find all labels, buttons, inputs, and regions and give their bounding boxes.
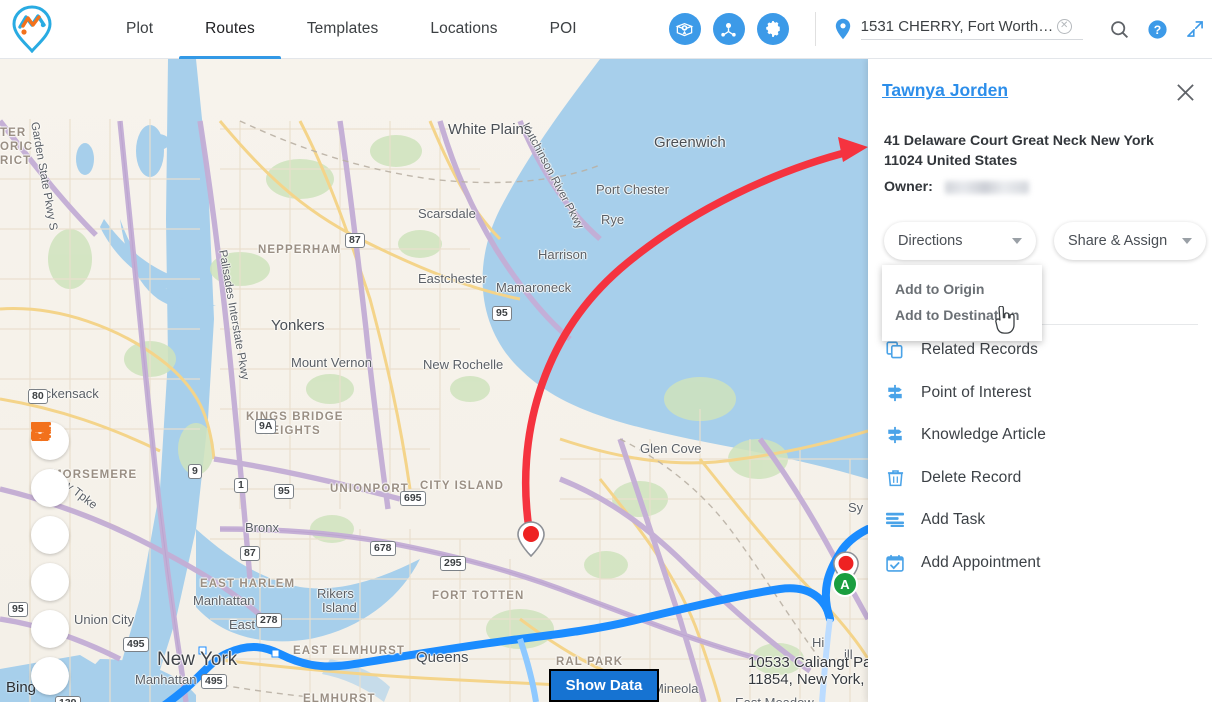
map-pin-m-logo-icon: [12, 5, 52, 53]
owner-label: Owner:: [884, 179, 933, 195]
refresh-sync-button[interactable]: [31, 422, 69, 695]
record-title-link[interactable]: Tawnya Jorden: [882, 80, 1008, 101]
expand-fullscreen-icon[interactable]: [1185, 19, 1205, 39]
task-lines-icon: [885, 512, 905, 528]
menu-label: Related Records: [921, 341, 1038, 359]
header-action-circles: [668, 13, 789, 45]
signpost-icon: [885, 426, 905, 444]
app-root: Plot Routes Templates Locations POI 1531…: [0, 0, 1212, 702]
dropdown-item-add-to-destination[interactable]: Add to Destination: [882, 302, 1042, 328]
record-action-menu: Related Records Point of Interest Knowle…: [882, 329, 1198, 584]
search-input[interactable]: [860, 18, 1057, 35]
record-address: 41 Delaware Court Great Neck New York 11…: [884, 133, 1154, 169]
clear-circle-x-icon[interactable]: ✕: [1056, 19, 1072, 34]
map-tool-rail: 1 2 3: [31, 422, 69, 702]
menu-item-knowledge-article[interactable]: Knowledge Article: [882, 414, 1198, 457]
map-canvas[interactable]: Garden State Pkwy S Palisades Interstate…: [0, 59, 868, 702]
close-x-icon: [1176, 83, 1194, 101]
map-pin-layers-button[interactable]: [668, 13, 701, 45]
search-icon[interactable]: [1109, 19, 1130, 40]
nav-item-templates[interactable]: Templates: [281, 0, 405, 59]
settings-gear-button[interactable]: [756, 13, 789, 45]
chevron-down-icon: [1012, 238, 1022, 244]
nav-item-poi[interactable]: POI: [524, 0, 603, 59]
nav-label: POI: [549, 20, 577, 37]
owner-value-redacted: [944, 180, 1029, 194]
svg-text:A: A: [840, 577, 850, 592]
map-pin-layers-icon: [675, 22, 694, 36]
copy-records-icon: [885, 341, 905, 359]
share-assign-dropdown-button[interactable]: Share & Assign: [1054, 222, 1206, 260]
record-action-buttons: Directions Share & Assign: [884, 222, 1206, 260]
signpost-icon: [885, 384, 905, 402]
calendar-check-icon: [885, 554, 905, 572]
menu-item-delete-record[interactable]: Delete Record: [882, 457, 1198, 500]
grid-tiles-button[interactable]: [31, 422, 69, 601]
directions-dropdown-button[interactable]: Directions: [884, 222, 1036, 260]
menu-item-add-appointment[interactable]: Add Appointment: [882, 542, 1198, 585]
record-details-panel: Tawnya Jorden 41 Delaware Court Great Ne…: [868, 59, 1212, 702]
app-logo[interactable]: [6, 5, 58, 53]
marker-a-icon: A: [832, 571, 858, 597]
menu-label: Add Task: [921, 511, 986, 529]
menu-label: Point of Interest: [921, 383, 1032, 401]
share-network-button[interactable]: [712, 13, 745, 45]
nav-item-locations[interactable]: Locations: [404, 0, 523, 59]
location-pin-icon: [834, 18, 852, 40]
save-button[interactable]: [31, 422, 69, 507]
chevron-down-icon: [1182, 238, 1192, 244]
numbered-list-button[interactable]: 1 2 3: [31, 423, 69, 648]
document-button[interactable]: [31, 423, 69, 554]
nav-label: Locations: [430, 20, 498, 37]
refresh-sync-icon: [32, 422, 50, 442]
gear-icon: [765, 21, 780, 37]
map-basemap: [0, 59, 868, 702]
dropdown-item-add-to-origin[interactable]: Add to Origin: [882, 276, 1042, 302]
svg-text:?: ?: [1153, 22, 1160, 36]
share-network-icon: [721, 22, 736, 37]
nav-item-plot[interactable]: Plot: [100, 0, 179, 59]
share-assign-label: Share & Assign: [1068, 233, 1168, 249]
help-question-icon[interactable]: ?: [1147, 19, 1168, 40]
header-right-icons: ?: [1109, 19, 1205, 40]
nav-label: Routes: [205, 20, 255, 37]
trash-icon: [885, 469, 905, 487]
panel-close-button[interactable]: [1172, 79, 1198, 105]
directions-label: Directions: [898, 233, 963, 249]
header-divider: [814, 12, 816, 46]
nav-label: Plot: [126, 20, 154, 37]
directions-dropdown-menu: Add to Origin Add to Destination: [882, 265, 1042, 341]
nav-label: Templates: [306, 20, 379, 37]
search-field[interactable]: ✕: [860, 18, 1083, 40]
menu-label: Knowledge Article: [921, 426, 1046, 444]
map-pin-red-icon: [517, 521, 545, 557]
location-search: ✕: [834, 18, 1083, 40]
menu-label: Delete Record: [921, 468, 1022, 486]
nav-item-routes[interactable]: Routes: [179, 0, 281, 59]
main-nav: Plot Routes Templates Locations POI: [100, 0, 603, 59]
record-owner-row: Owner:: [884, 179, 1029, 195]
app-header: Plot Routes Templates Locations POI 1531…: [0, 0, 1212, 59]
menu-label: Add Appointment: [921, 553, 1041, 571]
menu-item-add-task[interactable]: Add Task: [882, 499, 1198, 542]
menu-item-point-of-interest[interactable]: Point of Interest: [882, 372, 1198, 415]
show-data-button[interactable]: Show Data: [549, 669, 659, 702]
